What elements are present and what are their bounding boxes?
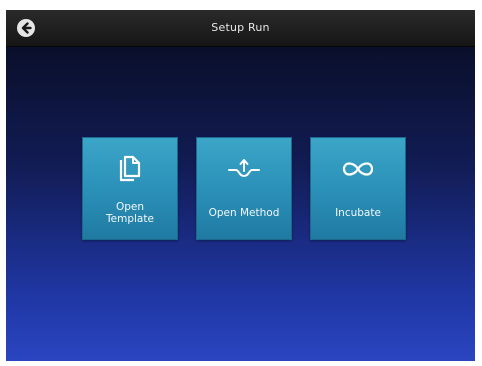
infinity-icon [311,154,405,184]
title-bar: Setup Run [6,10,475,47]
incubate-label: Incubate [335,207,381,219]
incubate-tile[interactable]: Incubate [310,137,406,240]
open-template-tile[interactable]: Open Template [82,137,178,240]
page-title: Setup Run [211,21,270,34]
open-method-label: Open Method [208,207,280,219]
open-method-tile[interactable]: Open Method [196,137,292,240]
arrow-left-circle-icon [21,22,32,34]
open-template-label: Open Template [106,201,154,225]
app-window: Setup Run Open Template Open Method Incu… [6,10,475,361]
main-content: Open Template Open Method Incubate [6,47,475,361]
back-button[interactable] [17,19,35,37]
documents-copy-icon [83,154,177,184]
method-curve-arrow-icon [197,154,291,184]
